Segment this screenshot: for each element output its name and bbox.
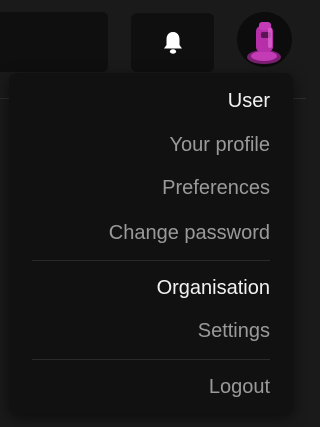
menu-heading-organisation: Organisation xyxy=(156,277,270,299)
menu-item-your-profile[interactable]: Your profile xyxy=(170,133,270,157)
bell-icon xyxy=(163,31,182,54)
menu-divider xyxy=(32,359,270,360)
menu-divider xyxy=(32,260,270,261)
user-dropdown-menu: User Your profile Preferences Change pas… xyxy=(9,73,293,414)
menu-item-settings[interactable]: Settings xyxy=(198,319,270,343)
avatar[interactable] xyxy=(237,12,292,67)
menu-item-preferences[interactable]: Preferences xyxy=(162,176,270,200)
search-box[interactable] xyxy=(0,12,108,72)
notifications-button[interactable] xyxy=(131,13,214,72)
menu-heading-user: User xyxy=(227,90,270,112)
menu-item-logout[interactable]: Logout xyxy=(209,375,270,399)
menu-item-change-password[interactable]: Change password xyxy=(109,221,270,245)
robot-avatar-icon xyxy=(237,12,292,67)
